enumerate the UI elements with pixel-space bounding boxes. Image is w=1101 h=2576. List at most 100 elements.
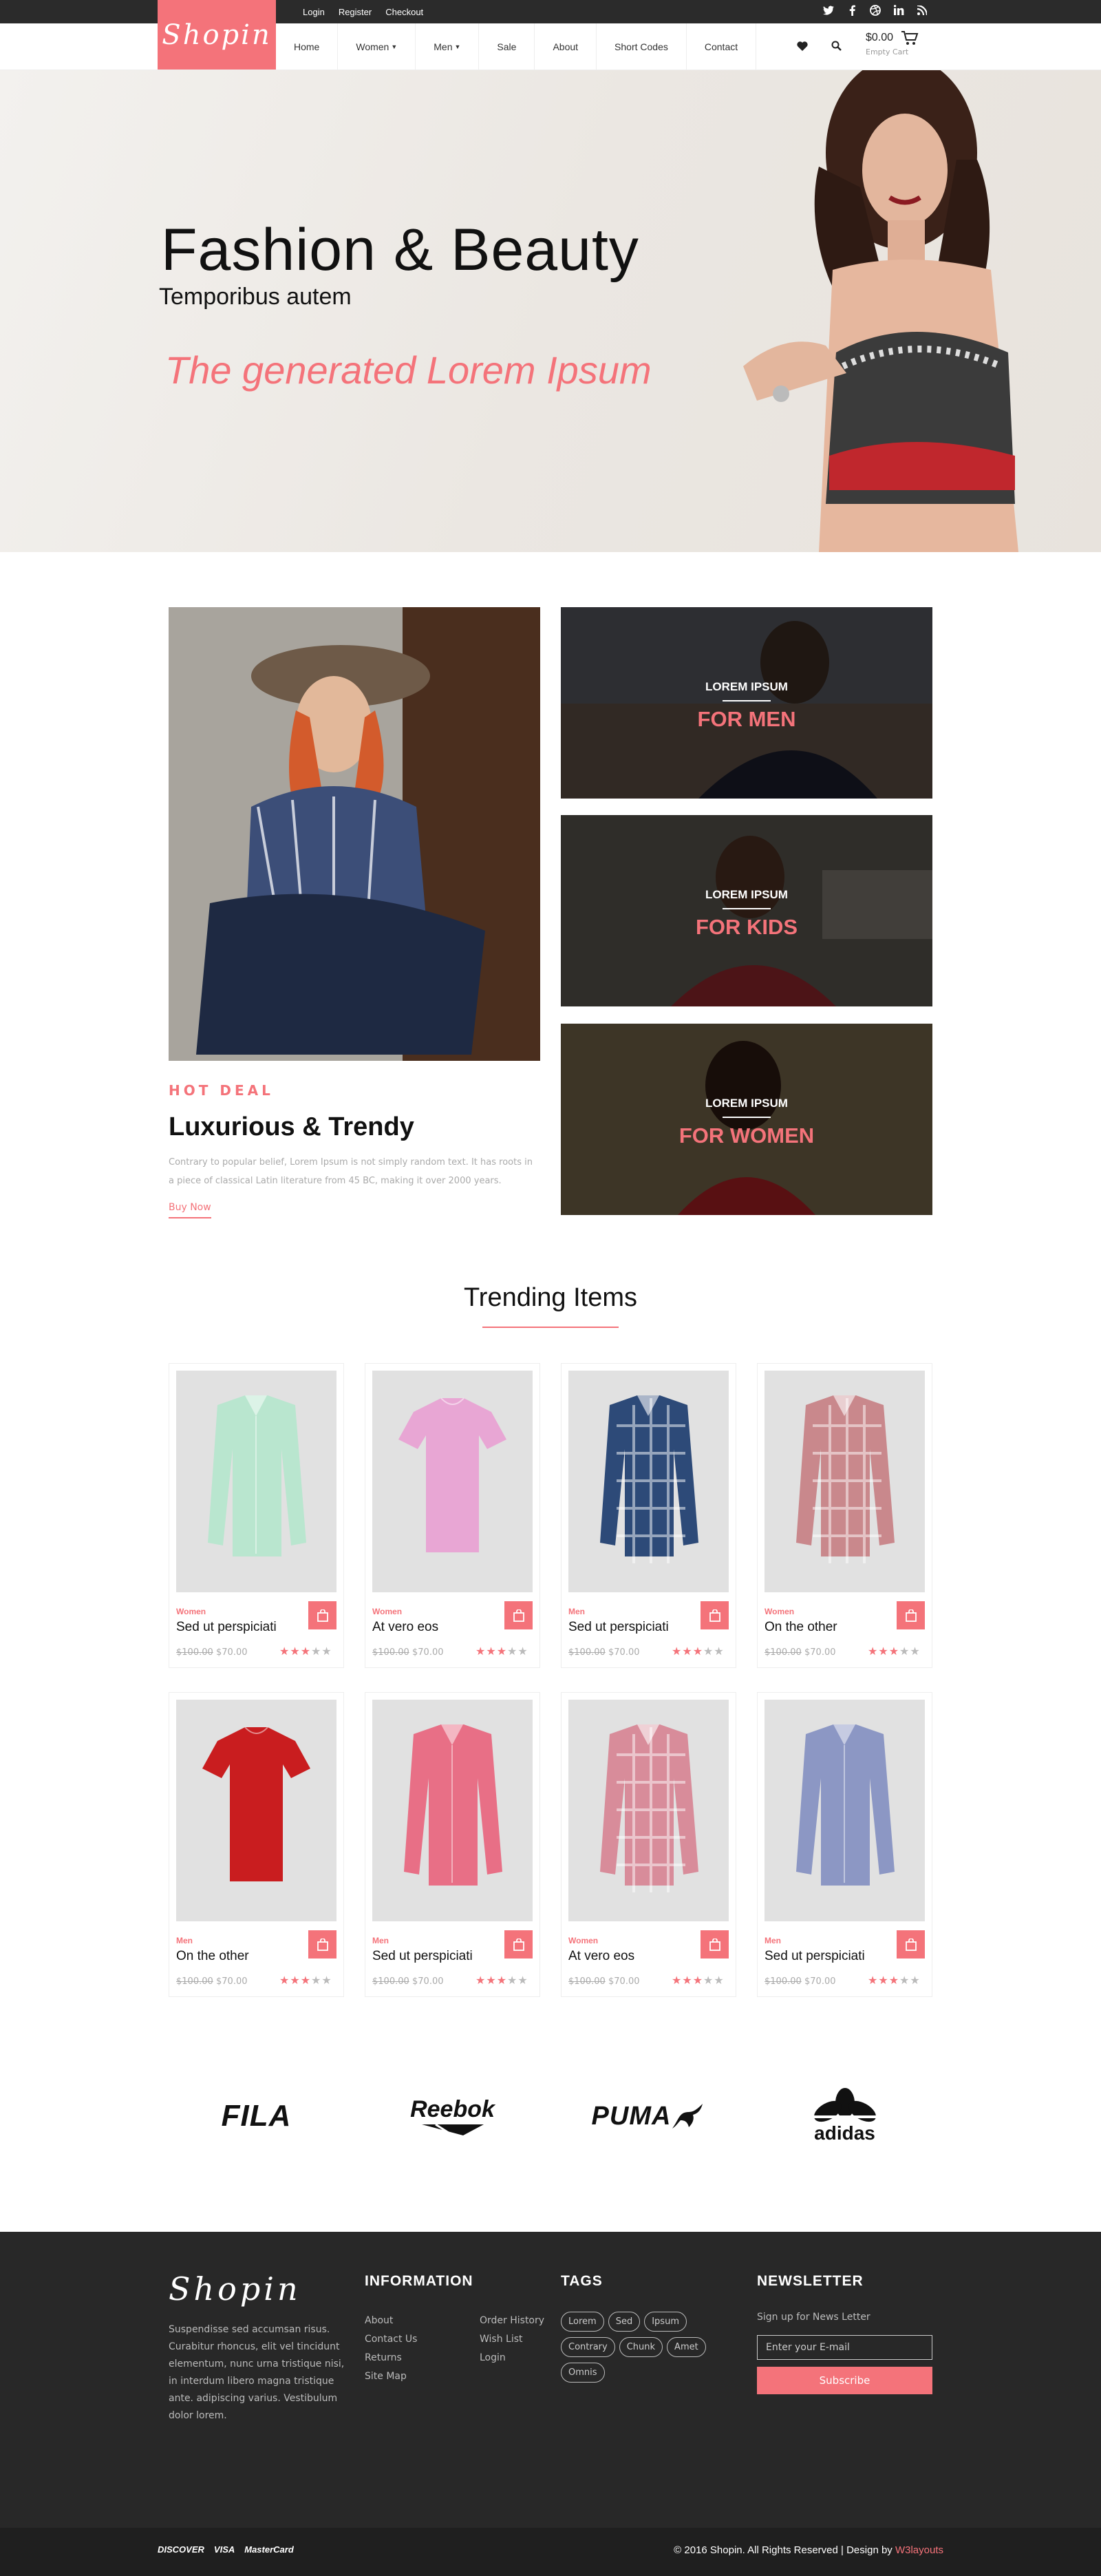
footer-link-sitemap[interactable]: Site Map — [365, 2367, 417, 2386]
product-name[interactable]: Sed ut perspiciati — [372, 1949, 473, 1964]
category-label: LOREM IPSUM — [705, 888, 788, 901]
nav-label: Home — [294, 41, 320, 52]
star-icon: ★ — [703, 1974, 714, 1987]
tag-sed[interactable]: Sed — [608, 2312, 641, 2332]
product-name[interactable]: At vero eos — [568, 1949, 634, 1964]
product-name[interactable]: Sed ut perspiciati — [765, 1949, 865, 1964]
add-to-cart-button[interactable] — [701, 1601, 729, 1629]
product-name[interactable]: Sed ut perspiciati — [568, 1620, 669, 1635]
section-title: Trending Items — [463, 1283, 638, 1312]
product-name[interactable]: At vero eos — [372, 1620, 438, 1635]
footer-logo[interactable]: Shopin — [169, 2270, 301, 2308]
subscribe-button[interactable]: Subscribe — [757, 2367, 932, 2394]
shopping-bag-icon — [905, 1609, 917, 1622]
add-to-cart-button[interactable] — [897, 1930, 925, 1959]
add-to-cart-button[interactable] — [308, 1601, 336, 1629]
nav-about[interactable]: About — [535, 23, 597, 70]
buy-now-link[interactable]: Buy Now — [169, 1202, 211, 1218]
brand-adidas-logo[interactable]: adidas — [757, 2082, 932, 2151]
tag-contrary[interactable]: Contrary — [561, 2337, 615, 2357]
site-logo[interactable]: Shopin — [158, 0, 276, 70]
product-card[interactable]: Men Sed ut perspiciati $100.00 $70.00 ★★★★★ — [561, 1363, 736, 1668]
hot-deal-image[interactable] — [169, 607, 540, 1061]
category-women[interactable]: LOREM IPSUM FOR WOMEN — [561, 1024, 932, 1215]
brand-reebok-logo[interactable]: Reebok — [365, 2082, 540, 2151]
tag-amet[interactable]: Amet — [667, 2337, 706, 2357]
product-image[interactable] — [176, 1700, 336, 1921]
category-kids[interactable]: LOREM IPSUM FOR KIDS — [561, 815, 932, 1006]
category-men[interactable]: LOREM IPSUM FOR MEN — [561, 607, 932, 799]
checkout-link[interactable]: Checkout — [385, 7, 423, 17]
product-name[interactable]: Sed ut perspiciati — [176, 1620, 277, 1635]
star-icon: ★ — [878, 1974, 889, 1987]
heart-icon[interactable] — [797, 41, 808, 54]
twitter-icon[interactable] — [822, 6, 835, 19]
nav-men[interactable]: Men ▼ — [416, 23, 480, 70]
footer-link-about[interactable]: About — [365, 2312, 417, 2330]
tag-lorem[interactable]: Lorem — [561, 2312, 604, 2332]
site-footer: Shopin Suspendisse sed accumsan risus. C… — [0, 2232, 1101, 2528]
product-name[interactable]: On the other — [765, 1620, 837, 1635]
newsletter-label: Sign up for News Letter — [757, 2312, 870, 2323]
nav-contact[interactable]: Contact — [687, 23, 757, 70]
facebook-icon[interactable] — [845, 5, 859, 19]
product-image[interactable] — [568, 1371, 729, 1592]
tag-chunk[interactable]: Chunk — [619, 2337, 663, 2357]
add-to-cart-button[interactable] — [504, 1930, 533, 1959]
footer-about-text: Suspendisse sed accumsan risus. Curabitu… — [169, 2324, 345, 2421]
cart-widget[interactable]: $0.00 Empty Cart — [866, 30, 919, 56]
footer-link-login[interactable]: Login — [480, 2349, 544, 2367]
hot-deal-text: Contrary to popular belief, Lorem Ipsum … — [169, 1157, 533, 1186]
linkedin-icon[interactable] — [892, 5, 906, 19]
product-image[interactable] — [765, 1700, 925, 1921]
product-image[interactable] — [372, 1371, 533, 1592]
product-image[interactable] — [176, 1371, 336, 1592]
shopping-bag-icon — [317, 1609, 328, 1622]
product-image[interactable] — [568, 1700, 729, 1921]
product-card[interactable]: Women At vero eos $100.00 $70.00 ★★★★★ — [561, 1692, 736, 1997]
tag-ipsum[interactable]: Ipsum — [644, 2312, 687, 2332]
brand-puma-logo[interactable]: PUMA — [561, 2082, 736, 2151]
star-icon: ★ — [517, 1645, 528, 1658]
add-to-cart-button[interactable] — [701, 1930, 729, 1959]
product-card[interactable]: Men On the other $100.00 $70.00 ★★★★★ — [169, 1692, 344, 1997]
product-card[interactable]: Men Sed ut perspiciati $100.00 $70.00 ★★★★★ — [757, 1692, 932, 1997]
designer-link[interactable]: W3layouts — [895, 2544, 943, 2556]
product-card[interactable]: Men Sed ut perspiciati $100.00 $70.00 ★★★★★ — [365, 1692, 540, 1997]
rating-stars: ★★★★★ — [279, 1645, 332, 1658]
search-icon[interactable] — [831, 41, 842, 54]
product-image[interactable] — [765, 1371, 925, 1592]
product-card[interactable]: Women At vero eos $100.00 $70.00 ★★★★★ — [365, 1363, 540, 1668]
footer-link-order-history[interactable]: Order History — [480, 2312, 544, 2330]
product-name[interactable]: On the other — [176, 1949, 249, 1964]
footer-link-wishlist[interactable]: Wish List — [480, 2330, 544, 2349]
category-divider — [723, 1117, 771, 1118]
nav-label: About — [553, 41, 579, 52]
rss-icon[interactable] — [915, 4, 929, 19]
add-to-cart-button[interactable] — [308, 1930, 336, 1959]
nav-sale[interactable]: Sale — [479, 23, 535, 70]
product-image[interactable] — [372, 1700, 533, 1921]
nav-home[interactable]: Home — [276, 23, 339, 70]
product-card[interactable]: Women On the other $100.00 $70.00 ★★★★★ — [757, 1363, 932, 1668]
add-to-cart-button[interactable] — [897, 1601, 925, 1629]
brand-fila-logo[interactable]: FILA — [169, 2082, 344, 2151]
star-icon: ★ — [692, 1974, 704, 1987]
product-card[interactable]: Women Sed ut perspiciati $100.00 $70.00 ★★★★… — [169, 1363, 344, 1668]
add-to-cart-button[interactable] — [504, 1601, 533, 1629]
star-icon: ★ — [672, 1974, 683, 1987]
shopping-bag-icon — [709, 1609, 720, 1622]
star-icon: ★ — [300, 1645, 312, 1658]
footer-link-contact[interactable]: Contact Us — [365, 2330, 417, 2349]
tag-omnis[interactable]: Omnis — [561, 2363, 605, 2383]
login-link[interactable]: Login — [303, 7, 325, 17]
newsletter-email-input[interactable]: Enter your E-mail — [757, 2335, 932, 2360]
nav-label: Men — [434, 41, 453, 52]
register-link[interactable]: Register — [339, 7, 372, 17]
dribbble-icon[interactable] — [868, 4, 882, 19]
category-section: HOT DEAL Luxurious & Trendy Contrary to … — [0, 552, 1101, 1247]
footer-link-returns[interactable]: Returns — [365, 2349, 417, 2367]
nav-short-codes[interactable]: Short Codes — [597, 23, 687, 70]
nav-women[interactable]: Women ▼ — [338, 23, 416, 70]
star-icon: ★ — [682, 1645, 693, 1658]
